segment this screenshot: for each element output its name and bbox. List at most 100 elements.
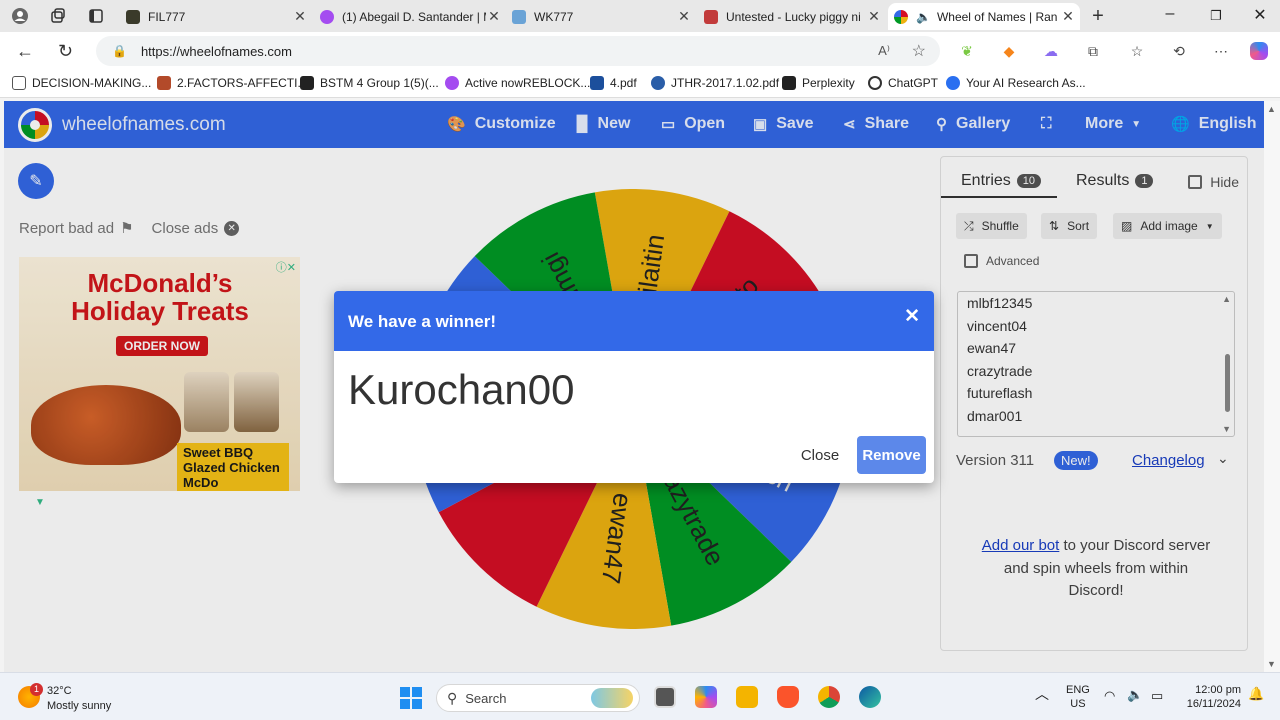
metamask-icon[interactable]: ◆ xyxy=(1000,42,1018,60)
winner-dialog: We have a winner! ✕ Kurochan00 Close Rem… xyxy=(334,291,934,483)
close-icon[interactable]: ✕ xyxy=(904,305,920,328)
profile-icon[interactable] xyxy=(10,6,30,26)
tab-close-icon[interactable]: ✕ xyxy=(292,8,308,25)
bookmark-item[interactable]: 2.FACTORS-AFFECTI... xyxy=(157,76,307,90)
clock[interactable]: 12:00 pm 16/11/2024 xyxy=(1186,683,1241,711)
volume-icon[interactable]: 🔈 xyxy=(1127,688,1143,702)
back-icon[interactable]: ← xyxy=(16,41,34,62)
tab-favicon xyxy=(894,9,908,24)
task-view-icon[interactable] xyxy=(654,686,676,708)
copilot-icon[interactable] xyxy=(1250,42,1268,60)
scroll-up-icon[interactable]: ▲ xyxy=(1267,104,1276,114)
tab-close-icon[interactable]: ✕ xyxy=(676,8,692,25)
remove-button[interactable]: Remove xyxy=(857,436,926,474)
address-bar-row: ← ↻ 🔒 https://wheelofnames.com A⁾ ☆ ❦ ◆ … xyxy=(0,32,1280,70)
windows-start-icon[interactable] xyxy=(400,687,422,709)
restore-icon[interactable]: ❐ xyxy=(1201,8,1231,24)
favorite-star-icon[interactable]: ☆ xyxy=(912,41,926,61)
winner-name: Kurochan00 xyxy=(348,366,575,413)
browser-tab[interactable]: FIL777 ✕ xyxy=(120,3,312,30)
workspaces-icon[interactable] xyxy=(48,6,68,26)
perplexity-icon xyxy=(782,76,796,90)
page-scrollbar[interactable]: ▲ ▼ xyxy=(1264,101,1280,672)
bookmark-item[interactable]: JTHR-2017.1.02.pdf xyxy=(651,76,779,90)
lock-icon[interactable]: 🔒 xyxy=(112,44,127,58)
tab-favicon xyxy=(704,9,718,24)
tab-actions-icon[interactable] xyxy=(86,6,106,26)
date: 16/11/2024 xyxy=(1186,698,1241,710)
browser-tab-active[interactable]: 🔈 Wheel of Names | Ran ✕ xyxy=(888,3,1080,30)
refresh-icon[interactable]: ↻ xyxy=(58,41,73,62)
bookmark-favicon xyxy=(946,76,960,90)
favorites-icon[interactable]: ☆ xyxy=(1128,42,1146,60)
more-options-icon[interactable]: ⋯ xyxy=(1212,42,1230,60)
bookmark-label: 2.FACTORS-AFFECTI... xyxy=(177,76,308,90)
tab-title: (1) Abegail D. Santander | M xyxy=(342,9,486,24)
weather-condition: Mostly sunny xyxy=(47,700,112,712)
copilot-taskbar-icon[interactable] xyxy=(695,686,717,708)
bookmark-item[interactable]: DECISION-MAKING... xyxy=(12,76,151,90)
tab-close-icon[interactable]: ✕ xyxy=(866,8,882,25)
bookmarks-bar: DECISION-MAKING... 2.FACTORS-AFFECTI... … xyxy=(0,70,1280,98)
tab-title: FIL777 xyxy=(148,9,186,24)
close-window-icon[interactable]: ✕ xyxy=(1245,5,1275,25)
time: 12:00 pm xyxy=(1195,684,1241,696)
tab-favicon xyxy=(320,9,334,24)
dialog-title: We have a winner! xyxy=(348,312,497,331)
bookmark-item[interactable]: Perplexity xyxy=(782,76,855,90)
bookmark-label: DECISION-MAKING... xyxy=(32,76,152,90)
chevron-up-icon[interactable]: ︿ xyxy=(1035,687,1049,701)
bookmark-label: Perplexity xyxy=(802,76,855,90)
tab-close-icon[interactable]: ✕ xyxy=(1060,8,1076,25)
browser-tab[interactable]: WK777 ✕ xyxy=(506,3,696,30)
browser-tab[interactable]: (1) Abegail D. Santander | M ✕ xyxy=(314,3,506,30)
file-explorer-icon[interactable] xyxy=(736,686,758,708)
battery-icon[interactable]: ▭ xyxy=(1151,689,1163,703)
minimize-icon[interactable]: – xyxy=(1155,5,1185,23)
bookmark-item[interactable]: Your AI Research As... xyxy=(946,76,1086,90)
tab-bar: FIL777 ✕ (1) Abegail D. Santander | M ✕ … xyxy=(0,0,1280,32)
tab-title: Wheel of Names | Ran xyxy=(936,9,1058,24)
bookmark-item[interactable]: BSTM 4 Group 1(5)(... xyxy=(300,76,439,90)
tab-favicon xyxy=(126,9,140,24)
search-label: Search xyxy=(465,690,507,706)
edge-icon[interactable] xyxy=(859,686,881,708)
bookmark-label: 4.pdf xyxy=(610,76,637,90)
search-highlight-image xyxy=(591,688,633,708)
tab-favicon xyxy=(512,9,526,24)
language-indicator[interactable]: ENG US xyxy=(1066,683,1090,711)
chrome-icon[interactable] xyxy=(818,686,840,708)
extension-cloud-icon[interactable]: ☁ xyxy=(1042,42,1060,60)
bookmark-item[interactable]: Active nowREBLOCK... xyxy=(445,76,590,90)
taskbar-search[interactable]: ⚲ Search xyxy=(436,684,640,712)
bookmark-item[interactable]: ChatGPT xyxy=(868,76,938,90)
search-icon: ⚲ xyxy=(447,689,458,706)
read-aloud-icon[interactable]: A⁾ xyxy=(878,43,890,59)
browser-tab[interactable]: Untested - Lucky piggy ni ✕ xyxy=(698,3,886,30)
scroll-down-icon[interactable]: ▼ xyxy=(1267,659,1276,669)
speaker-icon[interactable]: 🔈 xyxy=(916,10,931,24)
notification-bell-icon[interactable]: 🔔 xyxy=(1248,687,1264,701)
bookmark-label: ChatGPT xyxy=(888,76,939,90)
wifi-icon[interactable]: ◠ xyxy=(1104,689,1115,703)
page: wheelofnames.com 🎨 Customize ▉ New ▭ Open ▣… xyxy=(4,101,1264,672)
tab-title: WK777 xyxy=(534,9,574,24)
region-code: US xyxy=(1070,698,1086,710)
extensions-icon[interactable]: ⧉ xyxy=(1084,42,1102,60)
messenger-icon xyxy=(445,76,459,90)
wordpress-icon xyxy=(651,76,665,90)
tab-close-icon[interactable]: ✕ xyxy=(486,8,502,25)
bookmark-favicon xyxy=(300,76,314,90)
document-icon xyxy=(12,76,26,90)
brave-icon[interactable] xyxy=(777,686,799,708)
history-icon[interactable]: ⟲ xyxy=(1170,42,1188,60)
url-field[interactable]: 🔒 https://wheelofnames.com A⁾ ☆ xyxy=(96,36,940,66)
new-tab-icon[interactable]: + xyxy=(1088,5,1108,27)
lang-code: ENG xyxy=(1066,684,1090,696)
close-button[interactable]: Close xyxy=(788,436,852,474)
temperature: 32°C xyxy=(47,685,72,697)
bookmark-item[interactable]: 4.pdf xyxy=(590,76,637,90)
bookmark-label: JTHR-2017.1.02.pdf xyxy=(671,76,780,90)
extension-leaf-icon[interactable]: ❦ xyxy=(958,42,976,60)
url-text: https://wheelofnames.com xyxy=(140,43,292,59)
